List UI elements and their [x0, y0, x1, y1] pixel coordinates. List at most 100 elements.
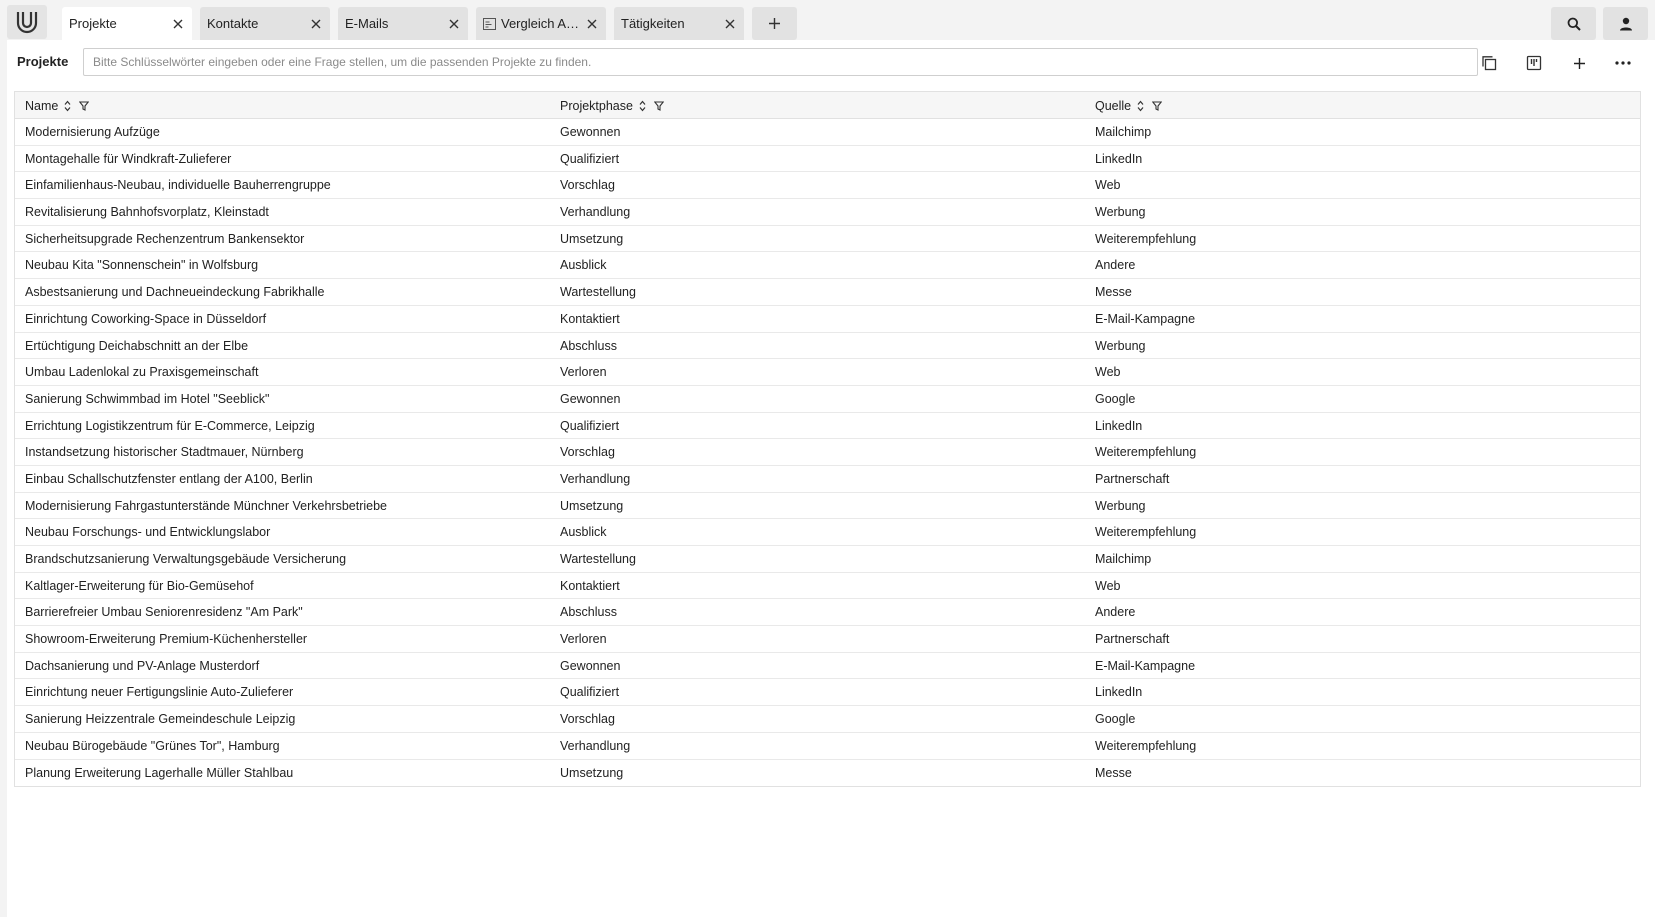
cell-projektphase: Umsetzung [560, 498, 624, 513]
add-project-icon[interactable] [1566, 50, 1592, 76]
search-input[interactable] [83, 48, 1478, 76]
add-tab-button[interactable] [752, 7, 797, 40]
cell-name: Einfamilienhaus-Neubau, individuelle Bau… [25, 178, 331, 193]
cell-name: Neubau Forschungs- und Entwicklungslabor [25, 525, 271, 540]
cell-name: Sanierung Heizzentrale Gemeindeschule Le… [25, 712, 296, 727]
cell-quelle: Web [1095, 578, 1121, 593]
table-row[interactable]: Neubau Forschungs- und Entwicklungslabor… [15, 519, 1640, 546]
table-header: Name Projektphase Quelle [15, 92, 1640, 119]
tab-label: E-Mails [345, 16, 389, 31]
copy-icon[interactable] [1476, 50, 1502, 76]
table-row[interactable]: Neubau Bürogebäude "Grünes Tor", Hamburg… [15, 732, 1640, 760]
tab-label: Kontakte [207, 16, 259, 31]
cell-name: Planung Erweiterung Lagerhalle Müller St… [25, 765, 294, 780]
tab-taetigkeiten[interactable]: Tätigkeiten [614, 7, 744, 40]
cell-projektphase: Vorschlag [560, 712, 615, 727]
table-row[interactable]: Brandschutzsanierung Verwaltungsgebäude … [15, 546, 1640, 573]
table-row[interactable]: Kaltlager-Erweiterung für Bio-Gemüsehof K… [15, 572, 1640, 600]
cell-projektphase: Qualifiziert [560, 418, 620, 433]
table-row[interactable]: Barrierefreier Umbau Seniorenresidenz "A… [15, 599, 1640, 627]
filter-icon[interactable] [653, 100, 664, 111]
cell-quelle: Weiterempfehlung [1095, 738, 1197, 753]
filter-icon[interactable] [1152, 100, 1163, 111]
filter-icon[interactable] [79, 100, 90, 111]
page-title: Projekte [17, 54, 69, 69]
cell-projektphase: Verloren [560, 632, 607, 647]
table-row[interactable]: Showroom-Erweiterung Premium-Küchenherst… [15, 626, 1640, 653]
tab-kontakte[interactable]: Kontakte [200, 7, 330, 40]
table-row[interactable]: Einbau Schallschutzfenster entlang der A… [15, 465, 1640, 493]
close-icon[interactable] [166, 12, 190, 36]
table-row[interactable]: Asbestsanierung und Dachneueindeckung Fa… [15, 279, 1640, 306]
table-row[interactable]: Montagehalle für Windkraft-Zulieferer Qua… [15, 145, 1640, 173]
cell-name: Sanierung Schwimmbad im Hotel "Seeblick" [25, 391, 270, 406]
table-row[interactable]: Umbau Ladenlokal zu Praxisgemeinschaft Ve… [15, 359, 1640, 386]
close-icon[interactable] [442, 12, 466, 36]
cell-name: Showroom-Erweiterung Premium-Küchenherst… [25, 632, 308, 647]
cell-quelle: Werbung [1095, 205, 1146, 220]
toolbar: Projekte [7, 40, 1655, 85]
column-header-quelle[interactable]: Quelle [1095, 92, 1170, 119]
cell-quelle: Partnerschaft [1095, 471, 1170, 486]
tab-projekte[interactable]: Projekte [62, 7, 192, 40]
sort-icon[interactable] [639, 100, 646, 112]
cell-projektphase: Ausblick [560, 525, 607, 540]
more-icon[interactable] [1610, 50, 1636, 76]
cell-quelle: E-Mail-Kampagne [1095, 658, 1196, 673]
close-icon[interactable] [304, 12, 328, 36]
table-row[interactable]: Sanierung Heizzentrale Gemeindeschule Le… [15, 706, 1640, 733]
user-icon [1619, 17, 1633, 31]
cell-quelle: Andere [1095, 258, 1136, 273]
cell-projektphase: Umsetzung [560, 231, 624, 246]
sort-icon[interactable] [64, 100, 71, 112]
cell-projektphase: Vorschlag [560, 445, 615, 460]
sort-icon[interactable] [1137, 100, 1144, 112]
cell-quelle: Messe [1095, 285, 1132, 300]
column-label: Quelle [1095, 98, 1132, 113]
table-row[interactable]: Ertüchtigung Deichabschnitt an der Elbe A… [15, 332, 1640, 360]
cell-projektphase: Gewonnen [560, 125, 621, 139]
table-row[interactable]: Modernisierung Aufzüge Gewonnen Mailchimp [15, 119, 1640, 146]
table-row[interactable]: Sicherheitsupgrade Rechenzentrum Bankens… [15, 225, 1640, 253]
cell-name: Neubau Bürogebäude "Grünes Tor", Hamburg [25, 738, 280, 753]
cell-name: Errichtung Logistikzentrum für E-Commerc… [25, 418, 315, 433]
cell-projektphase: Verhandlung [560, 738, 631, 753]
table-row[interactable]: Errichtung Logistikzentrum für E-Commerc… [15, 412, 1640, 440]
table-row[interactable]: Planung Erweiterung Lagerhalle Müller St… [15, 759, 1640, 787]
table-row[interactable]: Sanierung Schwimmbad im Hotel "Seeblick"… [15, 385, 1640, 413]
tab-label: Projekte [69, 16, 117, 31]
cell-projektphase: Vorschlag [560, 178, 615, 193]
table-row[interactable]: Einfamilienhaus-Neubau, individuelle Bau… [15, 172, 1640, 200]
tab-vergleich-angebote[interactable]: Vergleich Ang... [476, 7, 606, 40]
column-header-name[interactable]: Name [25, 92, 97, 119]
board-view-icon[interactable] [1521, 50, 1547, 76]
table-row[interactable]: Revitalisierung Bahnhofsvorplatz, Kleins… [15, 199, 1640, 226]
cell-name: Umbau Ladenlokal zu Praxisgemeinschaft [25, 365, 259, 380]
cell-name: Kaltlager-Erweiterung für Bio-Gemüsehof [25, 578, 254, 593]
cell-quelle: Google [1095, 391, 1136, 406]
cell-quelle: LinkedIn [1095, 151, 1143, 166]
cell-projektphase: Kontaktiert [560, 311, 620, 326]
app-logo-icon[interactable] [7, 5, 47, 39]
close-icon[interactable] [718, 12, 742, 36]
cell-name: Einbau Schallschutzfenster entlang der A… [25, 471, 313, 486]
cell-quelle: Weiterempfehlung [1095, 231, 1197, 246]
cell-name: Sicherheitsupgrade Rechenzentrum Bankens… [25, 231, 305, 246]
tab-e-mails[interactable]: E-Mails [338, 7, 468, 40]
close-icon[interactable] [580, 12, 604, 36]
cell-name: Modernisierung Fahrgastunterstände Münch… [25, 498, 388, 513]
table-row[interactable]: Dachsanierung und PV-Anlage Musterdorf Ge… [15, 652, 1640, 680]
column-header-projektphase[interactable]: Projektphase [560, 92, 672, 119]
table-row[interactable]: Modernisierung Fahrgastunterstände Münch… [15, 492, 1640, 520]
table-row[interactable]: Neubau Kita "Sonnenschein" in Wolfsburg A… [15, 252, 1640, 280]
cell-projektphase: Wartestellung [560, 552, 636, 566]
table-row[interactable]: Instandsetzung historischer Stadtmauer, … [15, 439, 1640, 466]
table-row[interactable]: Einrichtung neuer Fertigungslinie Auto-Z… [15, 679, 1640, 707]
table-row[interactable]: Einrichtung Coworking-Space in Düsseldor… [15, 305, 1640, 333]
document-compare-icon [483, 17, 496, 30]
global-search-button[interactable] [1551, 7, 1596, 40]
cell-name: Einrichtung Coworking-Space in Düsseldor… [25, 311, 267, 326]
user-menu-button[interactable] [1603, 7, 1648, 40]
cell-quelle: Partnerschaft [1095, 632, 1170, 647]
column-label: Projektphase [560, 98, 633, 113]
